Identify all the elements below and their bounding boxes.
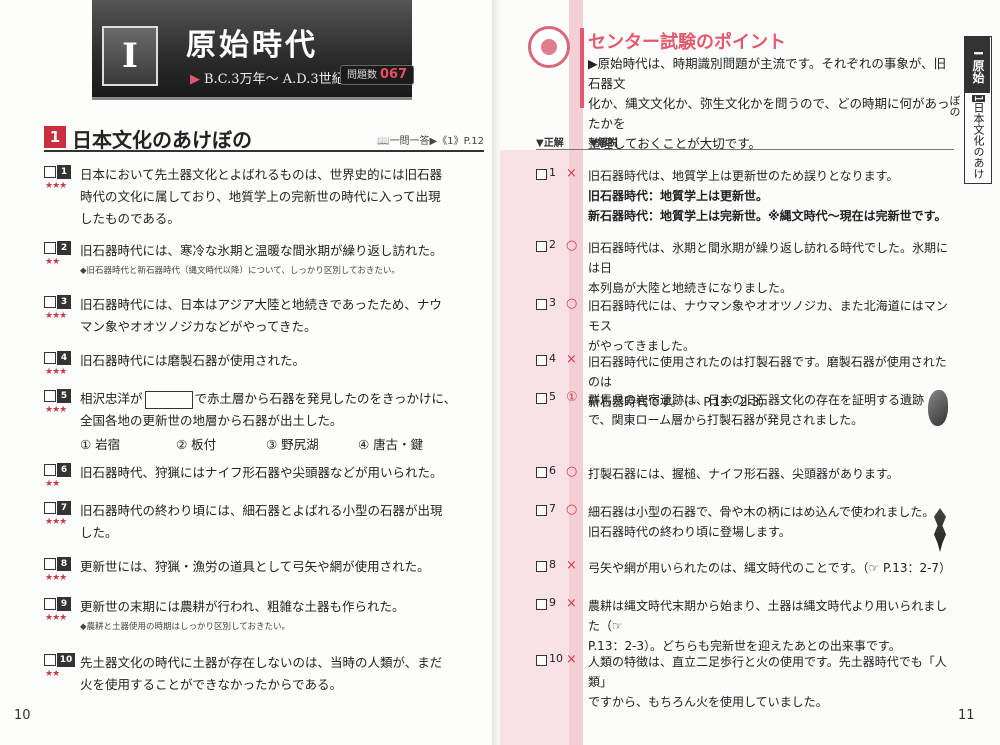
chapter-title: 原始時代 [186,28,318,63]
checkbox[interactable] [536,169,547,180]
answer-mark: ○ [566,464,578,479]
explanation-text: 弓矢や網が用いられたのは、縄文時代のことです。（☞ P.13：2-7） [588,561,952,575]
side-tab-chapter: I 原始 [965,37,990,93]
question-note: ◆農耕と土器使用の時期はしっかり区別しておきたい。 [80,622,291,632]
question-text: 先土器文化の時代に土器が存在しないのは、当時の人類が、まだ 火を使用することがで… [80,655,443,692]
header-divider [536,149,954,150]
page-number: 10 [14,708,31,723]
question-text: 更新世には、狩猟・漁労の道具として弓矢や網が使用された。 [80,559,430,574]
section-reference: 📖一問一答▶《1》P.12 [377,136,484,147]
importance-stars: ★★ [45,257,60,267]
checkbox[interactable] [44,654,56,666]
checkbox[interactable] [44,502,56,514]
question-text: 旧石器時代には磨製石器が使用された。 [80,353,306,368]
choice-2[interactable]: ② 板付 [176,434,216,453]
chapter-period: ▶ B.C.3万年～ A.D.3世紀頃 [190,72,358,87]
page-number: 11 [958,708,975,723]
question-note: ◆旧石器時代と新石器時代（縄文時代以降）について、しっかり区別しておきたい。 [80,266,400,276]
question-text: 旧石器時代には、寒冷な氷期と温暖な間氷期が繰り返し訪れた。 [80,243,443,258]
importance-stars: ★★★ [45,367,67,377]
checkbox[interactable] [44,352,56,364]
importance-stars: ★★ [45,669,60,679]
section-heading: 1 日本文化のあけぼの 📖一問一答▶《1》P.12 [44,124,484,152]
importance-stars: ★★★ [45,311,67,321]
explanation-text: 旧石器時代は、地質学上は更新世のため誤りとなります。 旧石器時代：地質学上は更新… [588,169,947,223]
choice-4[interactable]: ④ 唐古・鍵 [358,434,423,453]
checkbox[interactable] [44,598,56,610]
checkbox[interactable] [536,241,547,252]
checkbox[interactable] [536,505,547,516]
choice-1[interactable]: ① 岩宿 [80,434,120,453]
answer-mark: × [566,166,577,181]
stone-tool-image [928,390,948,426]
checkbox[interactable] [44,296,56,308]
importance-stars: ★★★ [45,181,67,191]
pink-column-stripe [569,0,583,745]
explanation-text: 農耕は縄文時代末期から始まり、土器は縄文時代より用いられました（☞ P.13：2… [588,599,948,653]
explanation-text: 群馬県の岩宿遺跡は、日本の旧石器文化の存在を証明する遺跡 で、関東ローム層から打… [588,393,925,427]
explanation-text: 細石器は小型の石器で、骨や木の柄にはめ込んで使われました。 旧石器時代の終わり頃… [588,505,935,539]
question-text: 日本において先土器文化とよばれるものは、世界史的には旧石器 時代の文化に属してお… [80,167,443,226]
chapter-side-tab: I 原始 1日本文化のあけぼの [948,36,992,184]
answer-header: ▼正解 [536,138,564,149]
question-count-badge: 問題数 067 [340,65,415,85]
question-text: 旧石器時代、狩猟にはナイフ形石器や尖頭器などが用いられた。 [80,465,443,480]
question-text: 旧石器時代の終わり頃には、細石器とよばれる小型の石器が出現 した。 [80,503,443,540]
answer-blank [144,390,193,409]
checkbox[interactable] [536,655,547,666]
triangle-icon: ▶ [190,72,200,87]
checkbox[interactable] [44,166,56,178]
checkbox[interactable] [44,558,56,570]
answer-mark: × [566,352,577,367]
checkbox[interactable] [536,599,547,610]
question-text: 更新世の末期には農耕が行われ、粗雑な土器も作られた。 [80,599,405,614]
checkbox[interactable] [536,299,547,310]
answer-mark: ① [566,390,578,405]
point-logo-icon [528,26,570,68]
importance-stars: ★★ [45,479,60,489]
question-text: 旧石器時代には、日本はアジア大陸と地続きであったため、ナウ マン象やオオツノジカ… [80,297,442,334]
checkbox[interactable] [44,390,56,402]
checkbox[interactable] [536,355,547,366]
question-text: 相沢忠洋が で赤土層から石器を発見したのをきっかけに、 全国各地の更新世の地層から… [80,390,457,428]
checkbox[interactable] [44,464,56,476]
checkbox[interactable] [44,242,56,254]
answer-mark: ○ [566,296,578,311]
right-page: センター試験のポイント ▶原始時代は、時期識別問題が主流です。それぞれの事象が、… [500,0,1000,745]
side-tab-section: 1日本文化のあけぼの [948,95,985,179]
point-body: ▶原始時代は、時期識別問題が主流です。それぞれの事象が、旧石器文 化か、縄文文化… [588,56,950,151]
book-icon: 📖 [377,136,390,147]
importance-stars: ★★★ [45,613,67,623]
answer-mark: ○ [566,238,578,253]
section-title: 日本文化のあけぼの [72,128,252,152]
importance-stars: ★★★ [45,517,67,527]
chapter-roman-numeral: I [102,26,158,86]
explanation-text: 人類の特徴は、直立二足歩行と火の使用です。先土器時代でも「人類」 ですから、もち… [588,655,947,709]
answer-mark: × [566,652,577,667]
explanation-text: 旧石器時代は、氷期と間氷期が繰り返し訪れる時代でした。氷期には日 本列島が大陸と… [588,241,949,295]
section-number: 1 [44,126,66,148]
checkbox[interactable] [536,393,547,404]
checkbox[interactable] [536,467,547,478]
explanation-header: ▼解説 [590,138,618,149]
importance-stars: ★★★ [45,405,67,415]
answer-mark: × [566,558,577,573]
importance-stars: ★★★ [45,573,67,583]
answer-mark: ○ [566,502,578,517]
answer-mark: × [566,596,577,611]
left-page: I 原始時代 ▶ B.C.3万年～ A.D.3世紀頃 問題数 067 1 日本文化の… [0,0,497,745]
explanation-text: 旧石器時代には、ナウマン象やオオツノジカ、また北海道にはマンモス がやってきまし… [588,299,948,353]
point-accent-bar [580,28,584,108]
checkbox[interactable] [536,561,547,572]
explanation-text: 打製石器には、握槌、ナイフ形石器、尖頭器があります。 [588,467,899,481]
point-title: センター試験のポイント [588,32,786,53]
choice-3[interactable]: ③ 野尻湖 [266,434,319,453]
